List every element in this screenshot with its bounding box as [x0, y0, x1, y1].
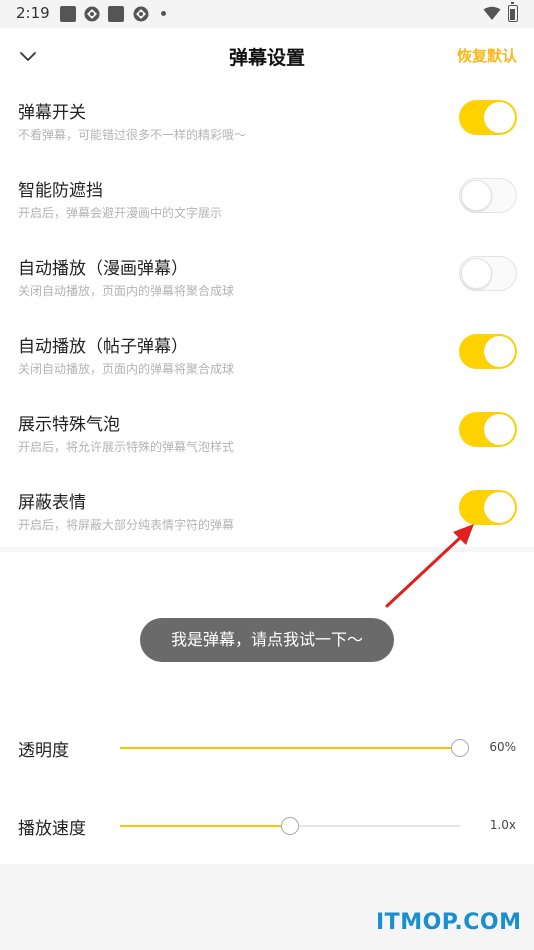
- watermark: ITMOP.COM: [376, 910, 522, 935]
- annotation-arrow-icon: [385, 524, 474, 608]
